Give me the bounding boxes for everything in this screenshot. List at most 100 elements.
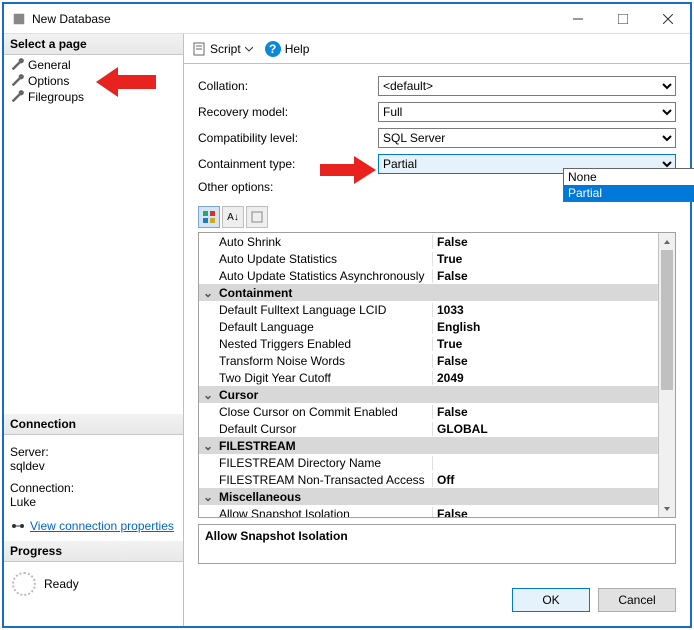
property-description-box: Allow Snapshot Isolation bbox=[198, 524, 676, 564]
progress-status: Ready bbox=[44, 577, 79, 591]
property-category[interactable]: ⌄FILESTREAM bbox=[199, 437, 658, 454]
property-value[interactable]: False bbox=[433, 354, 658, 368]
property-row[interactable]: Default LanguageEnglish bbox=[199, 318, 658, 335]
page-filegroups[interactable]: Filegroups bbox=[4, 89, 183, 105]
property-value[interactable]: False bbox=[433, 405, 658, 419]
script-label: Script bbox=[210, 42, 241, 56]
property-value[interactable]: Off bbox=[433, 473, 658, 487]
property-row[interactable]: Auto Update StatisticsTrue bbox=[199, 250, 658, 267]
property-description-title: Allow Snapshot Isolation bbox=[205, 529, 669, 543]
property-name: Two Digit Year Cutoff bbox=[217, 371, 433, 385]
property-pages-button[interactable] bbox=[246, 206, 268, 228]
server-label: Server: bbox=[10, 441, 177, 459]
property-name: Auto Update Statistics Asynchronously bbox=[217, 269, 433, 283]
property-name: Auto Shrink bbox=[217, 235, 433, 249]
cancel-button[interactable]: Cancel bbox=[598, 588, 676, 612]
compatibility-level-label: Compatibility level: bbox=[198, 131, 378, 145]
expand-icon[interactable]: ⌄ bbox=[199, 388, 217, 402]
containment-dropdown: None Partial bbox=[563, 168, 694, 202]
property-row[interactable]: Auto ShrinkFalse bbox=[199, 233, 658, 250]
property-category[interactable]: ⌄Containment bbox=[199, 284, 658, 301]
progress-header: Progress bbox=[4, 541, 183, 562]
maximize-button[interactable] bbox=[600, 4, 645, 33]
database-icon bbox=[12, 12, 26, 26]
property-row[interactable]: FILESTREAM Directory Name bbox=[199, 454, 658, 471]
property-name: Auto Update Statistics bbox=[217, 252, 433, 266]
property-value[interactable]: GLOBAL bbox=[433, 422, 658, 436]
script-icon bbox=[192, 42, 206, 56]
property-row[interactable]: Close Cursor on Commit EnabledFalse bbox=[199, 403, 658, 420]
page-label: General bbox=[28, 58, 71, 72]
property-value[interactable]: False bbox=[433, 507, 658, 518]
property-row[interactable]: FILESTREAM Non-Transacted AccessOff bbox=[199, 471, 658, 488]
page-label: Options bbox=[28, 74, 69, 88]
select-page-header: Select a page bbox=[4, 34, 183, 55]
property-row[interactable]: Transform Noise WordsFalse bbox=[199, 352, 658, 369]
property-row[interactable]: Two Digit Year Cutoff2049 bbox=[199, 369, 658, 386]
expand-icon[interactable]: ⌄ bbox=[199, 490, 217, 504]
expand-icon[interactable]: ⌄ bbox=[199, 439, 217, 453]
page-label: Filegroups bbox=[28, 90, 84, 104]
annotation-arrow-icon bbox=[320, 156, 376, 184]
page-list: General Options Filegroups bbox=[4, 55, 183, 107]
property-value[interactable]: 1033 bbox=[433, 303, 658, 317]
property-value[interactable]: False bbox=[433, 235, 658, 249]
property-value[interactable]: 2049 bbox=[433, 371, 658, 385]
property-row[interactable]: Default Fulltext Language LCID1033 bbox=[199, 301, 658, 318]
containment-option-partial[interactable]: Partial bbox=[564, 185, 694, 201]
close-button[interactable] bbox=[645, 4, 690, 33]
scroll-down-button[interactable] bbox=[659, 500, 675, 517]
property-name: Cursor bbox=[217, 388, 658, 402]
property-category[interactable]: ⌄Miscellaneous bbox=[199, 488, 658, 505]
property-value[interactable]: True bbox=[433, 252, 658, 266]
help-label[interactable]: Help bbox=[285, 42, 310, 56]
view-connection-properties-link[interactable]: View connection properties bbox=[30, 519, 174, 533]
grid-scrollbar[interactable] bbox=[658, 233, 675, 517]
property-row[interactable]: Nested Triggers EnabledTrue bbox=[199, 335, 658, 352]
property-grid[interactable]: Auto ShrinkFalseAuto Update StatisticsTr… bbox=[199, 233, 658, 517]
containment-option-none[interactable]: None bbox=[564, 169, 694, 185]
property-name: Default Cursor bbox=[217, 422, 433, 436]
property-name: Default Language bbox=[217, 320, 433, 334]
property-row[interactable]: Default CursorGLOBAL bbox=[199, 420, 658, 437]
scroll-thumb[interactable] bbox=[661, 250, 673, 390]
minimize-button[interactable] bbox=[555, 4, 600, 33]
help-icon[interactable]: ? bbox=[265, 41, 281, 57]
property-value[interactable]: True bbox=[433, 337, 658, 351]
progress-spinner-icon bbox=[12, 572, 36, 596]
expand-icon[interactable]: ⌄ bbox=[199, 286, 217, 300]
annotation-arrow-icon bbox=[96, 67, 156, 97]
property-name: Transform Noise Words bbox=[217, 354, 433, 368]
collation-label: Collation: bbox=[198, 79, 378, 93]
ok-button[interactable]: OK bbox=[512, 588, 590, 612]
wrench-icon bbox=[10, 90, 24, 104]
compatibility-level-select[interactable]: SQL Server bbox=[378, 128, 676, 148]
categorized-view-button[interactable] bbox=[198, 206, 220, 228]
connection-header: Connection bbox=[4, 414, 183, 435]
collation-select[interactable]: <default> bbox=[378, 76, 676, 96]
titlebar: New Database bbox=[4, 4, 690, 34]
property-name: Containment bbox=[217, 286, 658, 300]
recovery-model-select[interactable]: Full bbox=[378, 102, 676, 122]
property-name: FILESTREAM Non-Transacted Access bbox=[217, 473, 433, 487]
wrench-icon bbox=[10, 74, 24, 88]
property-value[interactable]: False bbox=[433, 269, 658, 283]
property-row[interactable]: Auto Update Statistics AsynchronouslyFal… bbox=[199, 267, 658, 284]
connection-props-icon bbox=[10, 519, 26, 533]
property-value[interactable]: English bbox=[433, 320, 658, 334]
page-options[interactable]: Options bbox=[4, 73, 183, 89]
connection-value: Luke bbox=[10, 495, 177, 513]
property-row[interactable]: Allow Snapshot IsolationFalse bbox=[199, 505, 658, 517]
server-value: sqldev bbox=[10, 459, 177, 477]
wrench-icon bbox=[10, 58, 24, 72]
alphabetical-view-button[interactable]: A↓ bbox=[222, 206, 244, 228]
property-category[interactable]: ⌄Cursor bbox=[199, 386, 658, 403]
property-name: Default Fulltext Language LCID bbox=[217, 303, 433, 317]
property-name: Miscellaneous bbox=[217, 490, 658, 504]
scroll-up-button[interactable] bbox=[659, 233, 675, 250]
window-title: New Database bbox=[32, 12, 555, 26]
property-name: Close Cursor on Commit Enabled bbox=[217, 405, 433, 419]
script-button[interactable]: Script bbox=[192, 42, 253, 56]
page-general[interactable]: General bbox=[4, 57, 183, 73]
recovery-model-label: Recovery model: bbox=[198, 105, 378, 119]
